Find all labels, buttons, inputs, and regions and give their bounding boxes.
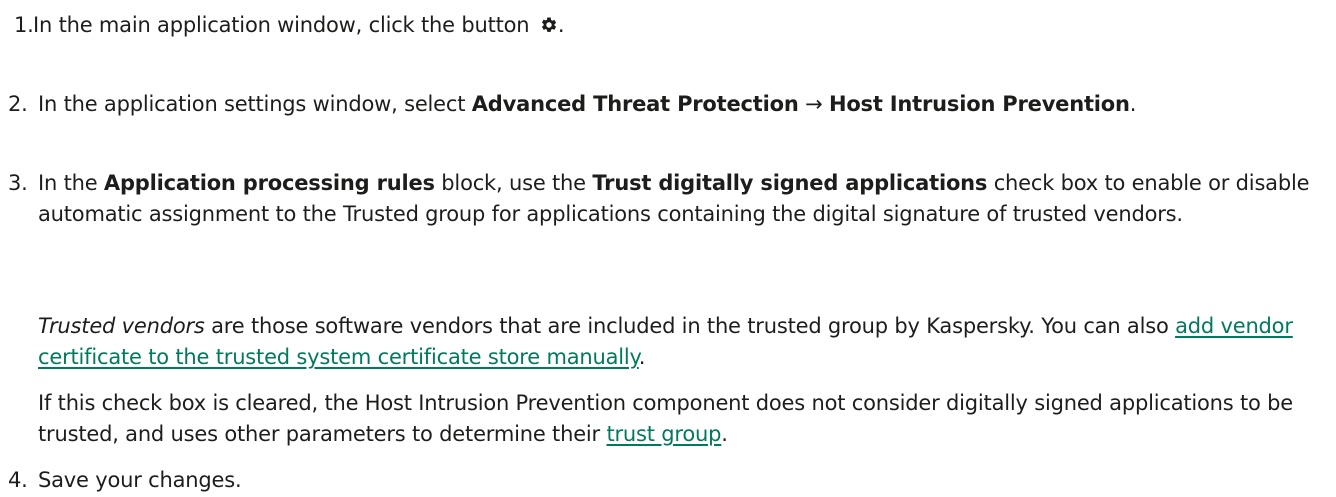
gear-icon — [540, 12, 558, 32]
step-number: 2. — [8, 92, 28, 116]
term-trusted-vendors: Trusted vendors — [38, 314, 205, 338]
step-2-end: . — [1129, 92, 1137, 116]
step-number: 4. — [8, 468, 28, 492]
step-2-text-1: In the application settings window, sele… — [38, 92, 472, 116]
step-1-text: In the main application window, click th… — [33, 13, 536, 37]
step-1-end: . — [557, 13, 565, 37]
note-2-end: . — [721, 422, 728, 446]
note-1-end: . — [638, 345, 646, 369]
step-number: 1. — [14, 13, 34, 37]
step-text: Save your changes. — [38, 468, 242, 492]
step-text: In the application settings window, sele… — [38, 89, 1330, 120]
settings-section-name: Advanced Threat Protection — [471, 92, 799, 116]
checkbox-name: Trust digitally signed applications — [592, 171, 988, 195]
step-text: In the main application window, click th… — [33, 10, 1330, 41]
path-arrow: → — [798, 92, 829, 116]
trust-group-link[interactable]: trust group — [606, 422, 721, 446]
block-name: Application processing rules — [103, 171, 435, 195]
step-3-text-1: In the — [38, 171, 104, 195]
step-text: In the Application processing rules bloc… — [38, 168, 1330, 230]
checkbox-cleared-note: If this check box is cleared, the Host I… — [38, 388, 1330, 450]
settings-subsection-name: Host Intrusion Prevention — [828, 92, 1130, 116]
instruction-steps: 1. In the main application window, click… — [0, 0, 1336, 497]
step-number: 3. — [8, 171, 28, 195]
step-3-text-2: block, use the — [434, 171, 593, 195]
trusted-vendors-note: Trusted vendors are those software vendo… — [38, 311, 1330, 373]
note-1-text: are those software vendors that are incl… — [204, 314, 1176, 338]
